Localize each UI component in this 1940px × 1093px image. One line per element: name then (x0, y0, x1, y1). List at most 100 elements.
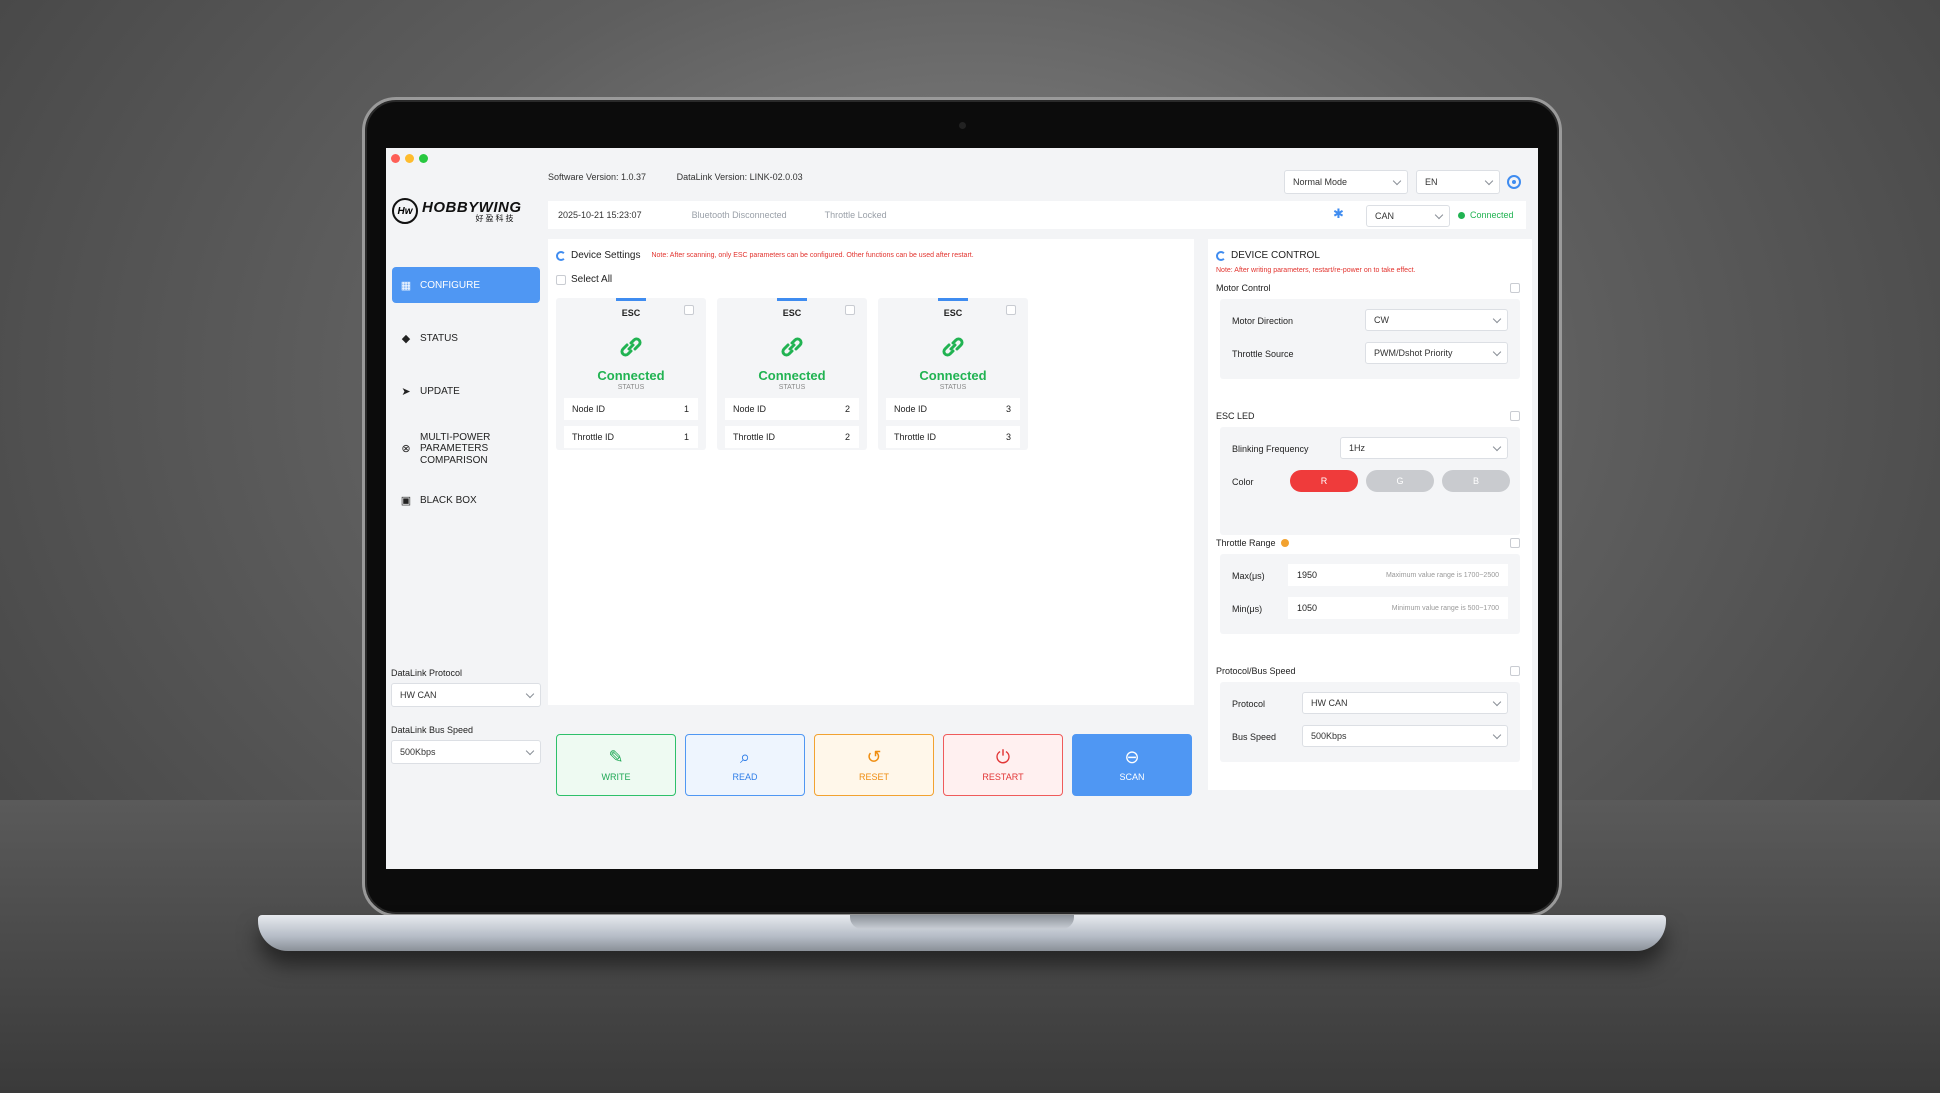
esc-card-checkbox[interactable] (845, 305, 855, 315)
throttle-range-header: Throttle Range (1216, 538, 1289, 548)
device-settings-panel: Device Settings Note: After scanning, on… (548, 239, 1194, 796)
color-red-button[interactable]: R (1290, 470, 1358, 492)
scan-label: SCAN (1119, 772, 1145, 782)
laptop-base (258, 915, 1666, 951)
color-blue-button[interactable]: B (1442, 470, 1510, 492)
esc-connection-status: Connected (919, 368, 987, 383)
esc-led-title: ESC LED (1216, 411, 1255, 421)
undo-icon: ↺ (866, 747, 882, 767)
protocol-select[interactable]: HW CAN (1302, 692, 1508, 714)
min-value: 1050 (1297, 603, 1318, 613)
throttle-id-value: 1 (683, 432, 689, 442)
esc-card[interactable]: ESC Connected STATUS Node ID 2 Throttle … (717, 298, 867, 450)
minimize-window-button[interactable] (405, 154, 414, 163)
write-button[interactable]: ✎ WRITE (556, 734, 676, 796)
motor-direction-select[interactable]: CW (1365, 309, 1508, 331)
bus-select[interactable]: CAN (1366, 205, 1450, 227)
mode-value: Normal Mode (1293, 177, 1348, 187)
protocol-value: HW CAN (1311, 698, 1348, 708)
zoom-window-button[interactable] (419, 154, 428, 163)
mode-select[interactable]: Normal Mode (1284, 170, 1408, 194)
bus-speed-select[interactable]: 500Kbps (1302, 725, 1508, 747)
motor-control-section: Motor Direction CW Throttle Source PWM/D… (1220, 299, 1520, 379)
throttle-id-label: Throttle ID (572, 432, 615, 442)
throttle-source-label: Throttle Source (1232, 349, 1294, 359)
sidebar-item-configure[interactable]: ▦ CONFIGURE (392, 267, 540, 303)
language-select[interactable]: EN (1416, 170, 1500, 194)
node-id-label: Node ID (733, 404, 767, 414)
throttle-status: Throttle Locked (824, 210, 887, 220)
esc-card[interactable]: ESC Connected STATUS Node ID 3 Throttle … (878, 298, 1028, 450)
datalink-protocol-select[interactable]: HW CAN (391, 683, 541, 707)
select-all-checkbox[interactable] (556, 274, 566, 285)
version-bar: Software Version: 1.0.37 DataLink Versio… (548, 172, 831, 182)
throttle-range-title: Throttle Range (1216, 538, 1276, 548)
status-caption: STATUS (617, 384, 645, 391)
esc-connection-status: Connected (597, 368, 665, 383)
sidebar-item-update[interactable]: ➤ UPDATE (392, 373, 540, 409)
protocol-bus-section: Protocol HW CAN Bus Speed 500Kbps (1220, 682, 1520, 762)
status-caption: STATUS (939, 384, 967, 391)
esc-card-checkbox[interactable] (1006, 305, 1016, 315)
datalink-protocol-value: HW CAN (400, 690, 437, 700)
motor-control-checkbox[interactable] (1510, 283, 1520, 293)
datalink-version: DataLink Version: LINK-02.0.03 (676, 172, 803, 182)
max-input[interactable]: 1950 Maximum value range is 1700~2500 (1288, 564, 1508, 586)
search-icon: ⌕ (739, 747, 751, 767)
logo-subtitle: 好盈科技 (475, 213, 516, 223)
chevron-down-icon (1434, 210, 1444, 219)
refresh-icon[interactable] (1216, 250, 1226, 261)
min-input[interactable]: 1050 Minimum value range is 500~1700 (1288, 597, 1508, 619)
settings-icon[interactable] (1507, 175, 1521, 189)
device-settings-title: Device Settings (571, 250, 641, 261)
select-all[interactable]: Select All (556, 274, 612, 285)
throttle-range-checkbox[interactable] (1510, 538, 1520, 548)
camera-dot (959, 122, 966, 129)
bluetooth-icon[interactable]: ✱ (1333, 206, 1344, 222)
card-indicator (616, 298, 646, 301)
blinking-frequency-select[interactable]: 1Hz (1340, 437, 1508, 459)
power-icon: ⏻ (995, 747, 1011, 767)
throttle-id-row: Throttle ID 1 (564, 426, 698, 448)
max-label: Max(μs) (1232, 571, 1265, 581)
device-settings-header: Device Settings Note: After scanning, on… (556, 250, 974, 261)
language-value: EN (1425, 177, 1438, 187)
esc-card[interactable]: ESC Connected STATUS Node ID 1 Throttle … (556, 298, 706, 450)
bus-speed-label: Bus Speed (1232, 732, 1277, 742)
status-caption: STATUS (778, 384, 806, 391)
motor-control-title: Motor Control (1216, 283, 1271, 293)
chevron-down-icon (1492, 730, 1502, 739)
close-window-button[interactable] (391, 154, 400, 163)
node-id-row: Node ID 2 (725, 398, 859, 420)
warning-icon (1280, 539, 1289, 547)
blinking-frequency-label: Blinking Frequency (1232, 444, 1309, 454)
datalink-bus-speed-select[interactable]: 500Kbps (391, 740, 541, 764)
motor-direction-label: Motor Direction (1232, 316, 1294, 326)
sidebar-nav: ▦ CONFIGURE ◆ STATUS ➤ UPDATE ⊗ MULTI-PO… (392, 267, 540, 535)
sidebar-item-status[interactable]: ◆ STATUS (392, 320, 540, 356)
datetime: 2025-10-21 15:23:07 (558, 210, 642, 220)
link-icon (942, 337, 964, 357)
logo-name: HOBBYWING (422, 198, 522, 216)
refresh-icon[interactable] (556, 250, 566, 261)
esc-card-checkbox[interactable] (684, 305, 694, 315)
read-button[interactable]: ⌕ READ (685, 734, 805, 796)
restart-label: RESTART (982, 772, 1024, 782)
node-id-value: 1 (683, 404, 689, 414)
restart-button[interactable]: ⏻ RESTART (943, 734, 1063, 796)
color-label: Color (1232, 477, 1254, 487)
sidebar-item-multi-power[interactable]: ⊗ MULTI-POWER PARAMETERS COMPARISON (392, 426, 540, 472)
scan-button[interactable]: ⊖ SCAN (1072, 734, 1192, 796)
logo-mark: Hw (392, 198, 418, 224)
chevron-down-icon (1492, 697, 1502, 706)
esc-led-checkbox[interactable] (1510, 411, 1520, 421)
reset-button[interactable]: ↺ RESET (814, 734, 934, 796)
min-hint: Minimum value range is 500~1700 (1391, 604, 1499, 612)
sidebar-item-black-box[interactable]: ▣ BLACK BOX (392, 482, 540, 518)
connection-label: Connected (1470, 210, 1514, 220)
color-green-button[interactable]: G (1366, 470, 1434, 492)
throttle-source-select[interactable]: PWM/Dshot Priority (1365, 342, 1508, 364)
protocol-bus-checkbox[interactable] (1510, 666, 1520, 676)
max-hint: Maximum value range is 1700~2500 (1385, 571, 1499, 579)
connection-status: Connected (1458, 210, 1514, 220)
